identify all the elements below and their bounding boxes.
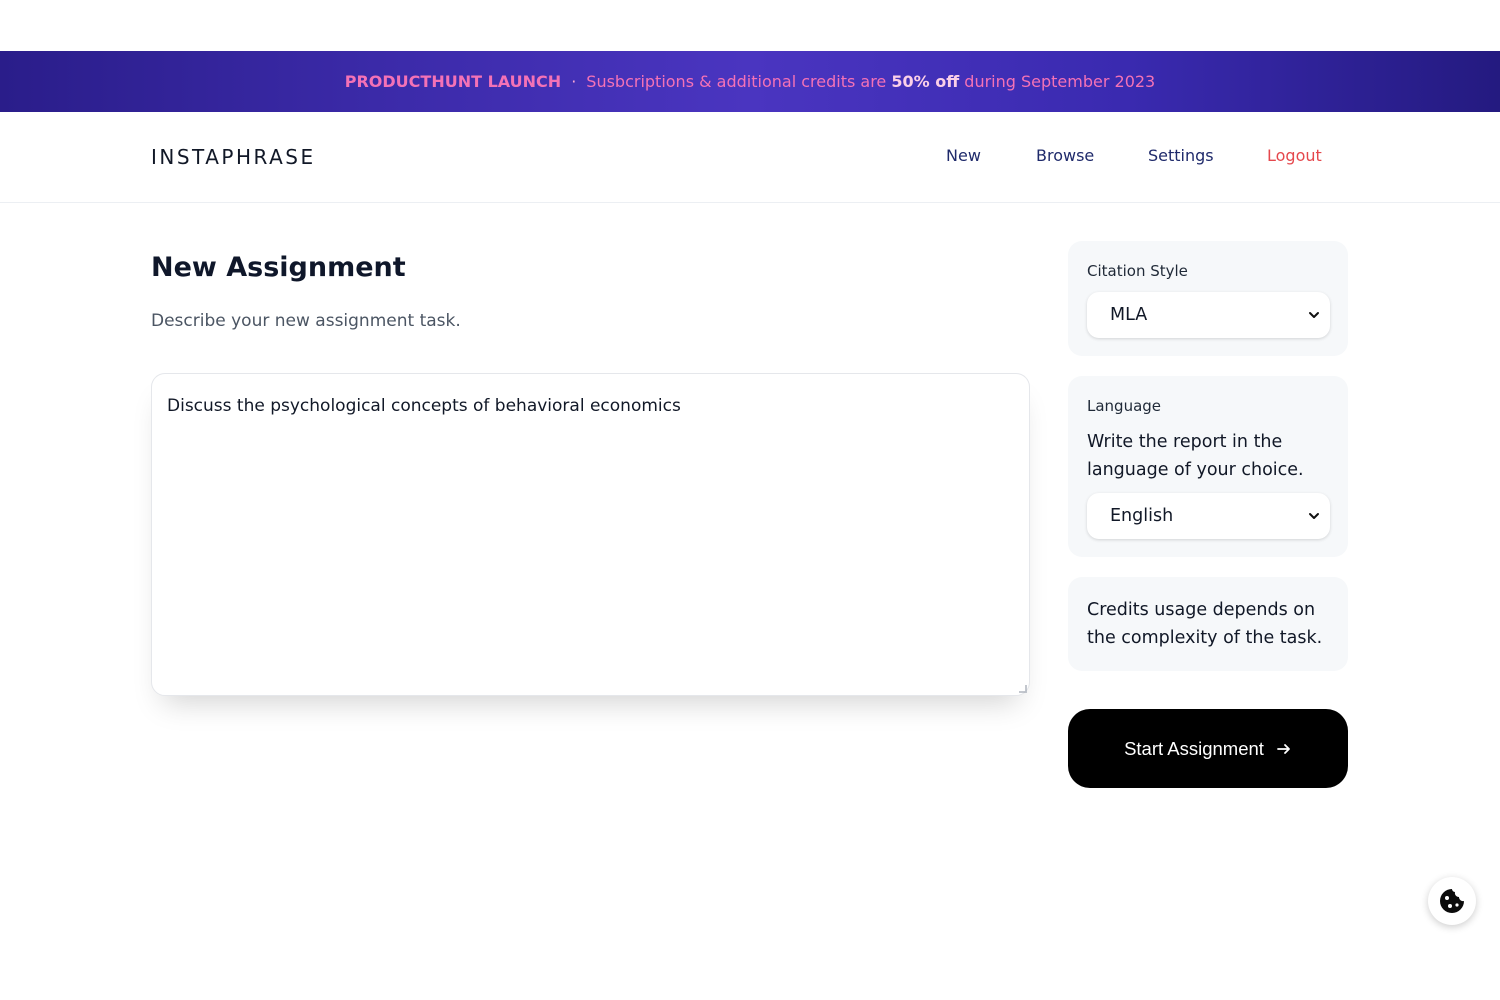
resize-handle[interactable]: [1019, 685, 1027, 693]
nav-new[interactable]: New: [946, 146, 981, 165]
chevron-down-icon: [1309, 513, 1319, 519]
language-label: Language: [1087, 397, 1162, 415]
chevron-down-icon: [1309, 312, 1319, 318]
citation-style-card: Citation Style MLA: [1068, 241, 1348, 356]
page-title: New Assignment: [151, 252, 406, 283]
site-logo[interactable]: INSTAPHRASE: [151, 145, 316, 169]
promo-banner: PRODUCTHUNT LAUNCH · Susbcriptions & add…: [0, 51, 1500, 112]
cookie-icon: [1440, 889, 1464, 913]
banner-separator: ·: [571, 72, 577, 91]
banner-highlight: 50% off: [891, 72, 960, 91]
credits-card: Credits usage depends on the complexity …: [1068, 577, 1348, 671]
language-card: Language Write the report in the languag…: [1068, 376, 1348, 557]
nav-settings[interactable]: Settings: [1148, 146, 1214, 165]
banner-launch: PRODUCTHUNT LAUNCH: [344, 72, 562, 91]
language-description: Write the report in the language of your…: [1087, 432, 1304, 480]
assignment-task-textarea[interactable]: Discuss the psychological concepts of be…: [151, 373, 1030, 696]
top-spacer: [0, 0, 1500, 51]
nav-browse[interactable]: Browse: [1036, 146, 1094, 165]
cookie-settings-button[interactable]: [1428, 877, 1476, 925]
citation-style-label: Citation Style: [1087, 262, 1188, 280]
citation-style-select[interactable]: MLA: [1087, 292, 1330, 338]
site-header: INSTAPHRASE New Browse Settings Logout: [0, 112, 1500, 203]
nav-logout[interactable]: Logout: [1267, 146, 1322, 165]
banner-text-after: during September 2023: [964, 72, 1156, 91]
arrow-right-icon: [1277, 743, 1290, 754]
banner-text-before: Susbcriptions & additional credits are: [586, 72, 887, 91]
citation-style-value: MLA: [1110, 305, 1148, 325]
start-assignment-button[interactable]: Start Assignment: [1068, 709, 1348, 788]
language-select[interactable]: English: [1087, 493, 1330, 539]
credits-note: Credits usage depends on the complexity …: [1087, 600, 1323, 648]
assignment-task-value: Discuss the psychological concepts of be…: [167, 396, 681, 416]
start-assignment-label: Start Assignment: [1124, 737, 1264, 759]
language-value: English: [1110, 506, 1174, 526]
page-subtitle: Describe your new assignment task.: [151, 311, 461, 331]
